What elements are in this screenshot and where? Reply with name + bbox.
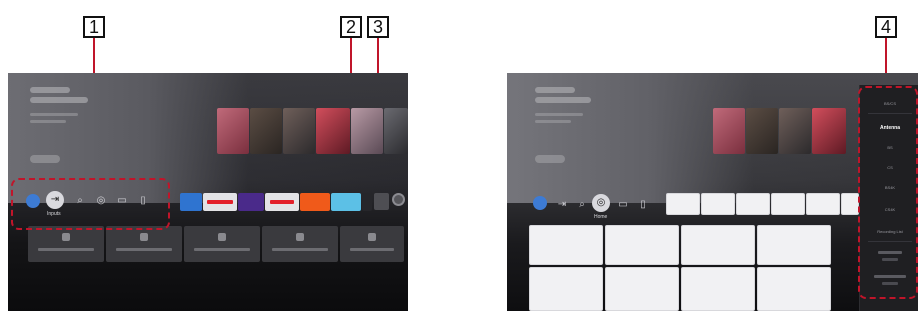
input-tile[interactable] [184,226,260,262]
program-tile[interactable] [529,267,603,311]
input-label-placeholder [116,248,172,251]
poster-thumbnail[interactable] [746,108,778,154]
program-tile[interactable] [605,225,679,265]
program-tile[interactable] [681,225,755,265]
input-label-placeholder [350,248,394,251]
input-label-placeholder [38,248,94,251]
program-tile[interactable] [681,267,755,311]
hero-title-placeholder [30,87,70,93]
input-icon [62,233,70,241]
apps-icon[interactable]: ▯ [638,200,648,210]
hero-subtitle-placeholder [535,120,571,123]
hero-button-placeholder[interactable] [535,155,565,163]
app-tile[interactable] [362,193,372,211]
hero-subtitle-placeholder [535,113,583,116]
program-tile[interactable] [757,267,831,311]
poster-thumbnail[interactable] [812,108,846,154]
channel-tile[interactable] [701,193,735,215]
poster-thumbnail[interactable] [217,108,249,154]
input-tile[interactable] [106,226,182,262]
channel-tile[interactable] [666,193,700,215]
poster-thumbnail[interactable] [283,108,315,154]
poster-thumbnail[interactable] [779,108,811,154]
poster-thumbnail[interactable] [316,108,350,154]
program-tile[interactable] [529,225,603,265]
input-tile[interactable] [340,226,404,262]
channel-tile[interactable] [736,193,770,215]
tv-guide-icon[interactable] [374,193,389,210]
input-tile[interactable] [28,226,104,262]
poster-thumbnail[interactable] [713,108,745,154]
input-label-placeholder [272,248,328,251]
input-icon [368,233,376,241]
channel-tile[interactable] [806,193,840,215]
hero-title-placeholder [30,97,88,103]
poster-thumbnail[interactable] [250,108,282,154]
account-icon[interactable] [533,196,547,210]
app-tile[interactable] [180,193,202,211]
callout-2: 2 [340,16,362,38]
hero-button-placeholder[interactable] [30,155,60,163]
app-tile[interactable] [331,193,361,211]
search-icon[interactable]: ⌕ [577,200,587,210]
inputs-icon[interactable]: ⇥ [557,200,567,210]
callout-3: 3 [367,16,389,38]
app-logo [270,200,294,204]
hero-subtitle-placeholder [30,113,78,116]
hero-title-placeholder [535,97,591,103]
input-icon [218,233,226,241]
recordings-icon[interactable]: ▭ [618,200,628,210]
app-tile[interactable] [238,193,264,211]
input-icon [296,233,304,241]
poster-thumbnail[interactable] [384,108,408,154]
settings-icon[interactable] [392,193,405,206]
callout-4: 4 [875,16,897,38]
app-tile[interactable] [300,193,330,211]
highlight-navigation-bar [11,178,170,230]
tv-home-screen-2: ⇥ ⌕ ◎ Home ▭ ▯ BS/CS Antenna BS CS BS4K … [507,73,918,311]
input-icon [140,233,148,241]
hero-subtitle-placeholder [30,120,66,123]
program-tile[interactable] [757,225,831,265]
poster-thumbnail[interactable] [351,108,383,154]
input-label-placeholder [194,248,250,251]
channel-tile[interactable] [841,193,859,215]
highlight-broadcast-menu [858,86,918,299]
callout-1: 1 [83,16,105,38]
program-tile[interactable] [605,267,679,311]
home-label: Home [594,214,608,220]
app-logo [207,200,233,204]
hero-title-placeholder [535,87,575,93]
input-tile[interactable] [262,226,338,262]
broadcast-icon[interactable]: ◎ [596,198,606,208]
channel-tile[interactable] [771,193,805,215]
